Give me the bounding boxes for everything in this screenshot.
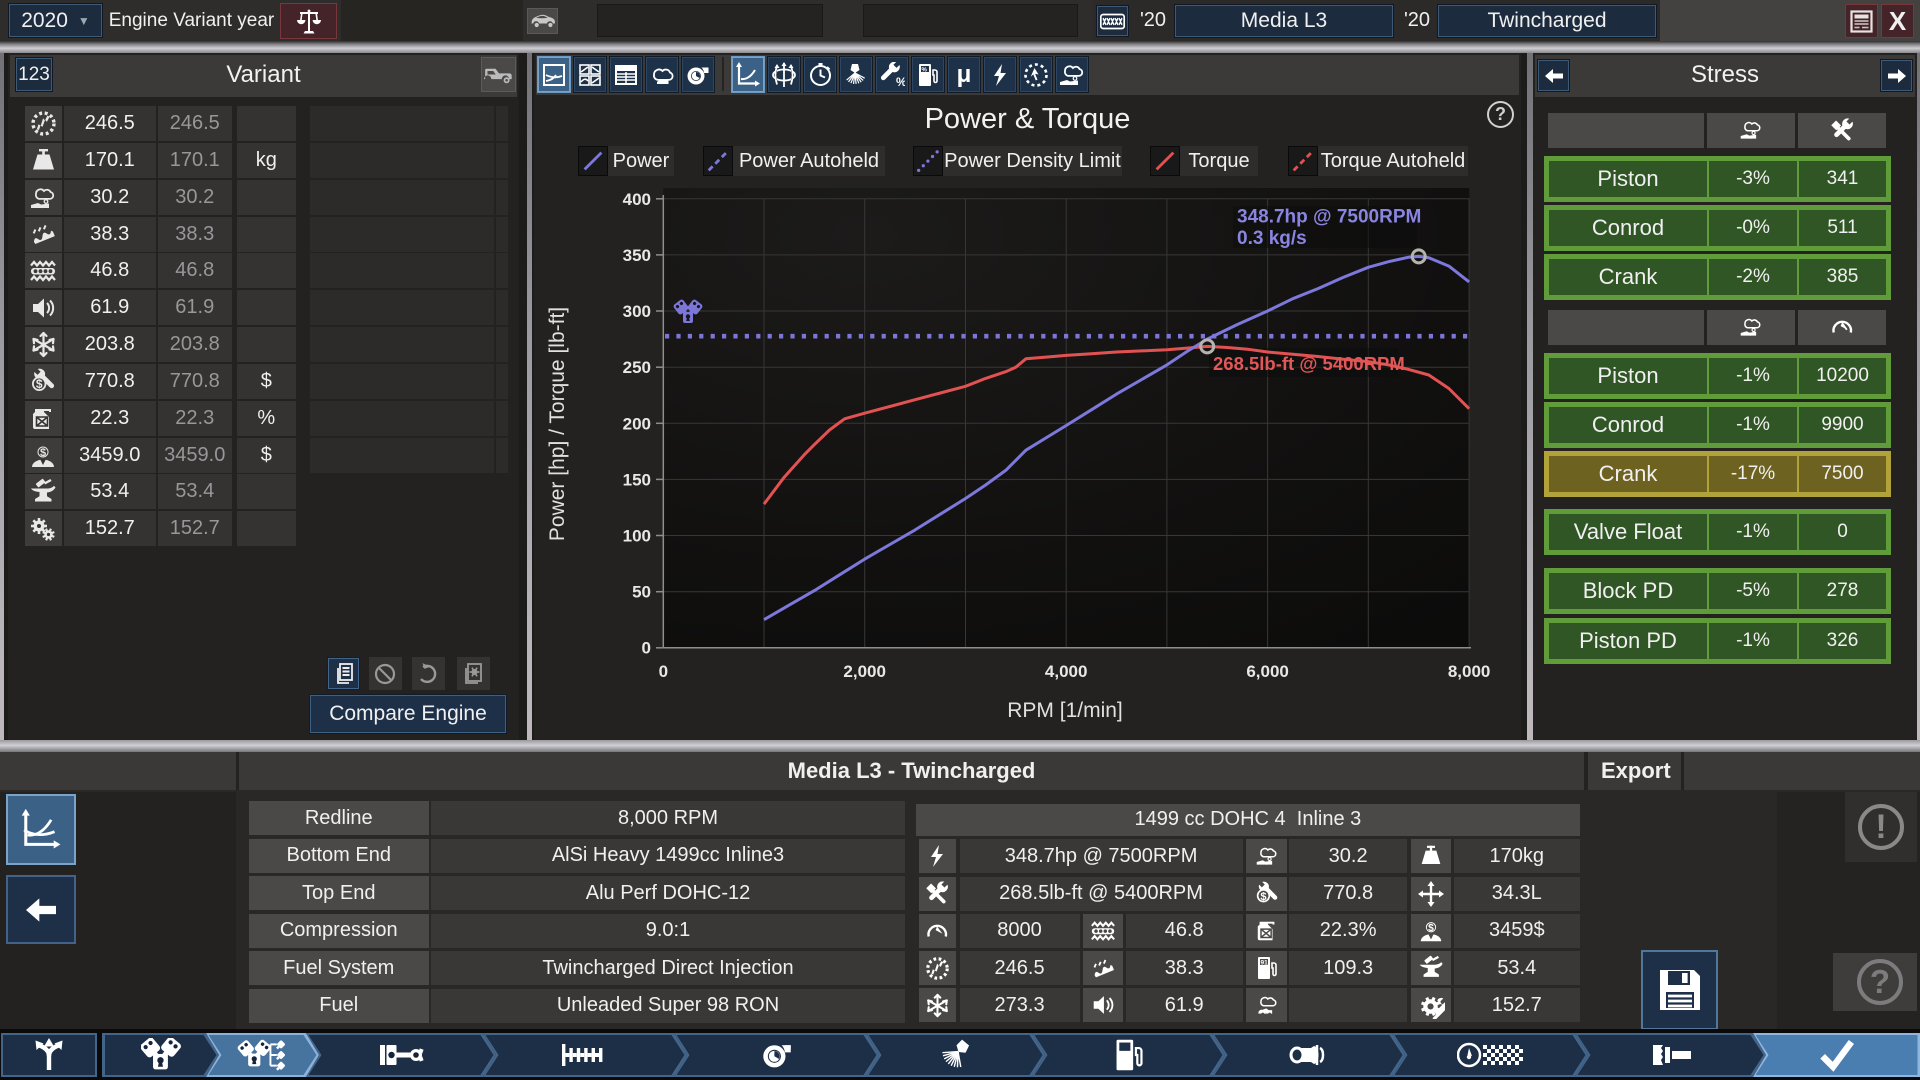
svg-text:350: 350 <box>623 246 651 265</box>
svg-text:0: 0 <box>659 662 668 681</box>
svg-text:$: $ <box>1260 890 1267 902</box>
svg-text:400: 400 <box>623 190 651 209</box>
svg-text:200: 200 <box>623 414 651 433</box>
svg-text:150: 150 <box>623 470 651 489</box>
svg-text:μ: μ <box>957 62 972 88</box>
svg-text:$: $ <box>1428 923 1434 934</box>
svg-text:$: $ <box>36 377 43 391</box>
svg-text:8,000: 8,000 <box>1448 662 1491 681</box>
svg-text:100: 100 <box>623 527 651 546</box>
svg-text:268.5lb-ft @ 5400RPM: 268.5lb-ft @ 5400RPM <box>1213 353 1405 374</box>
svg-text:4,000: 4,000 <box>1045 662 1088 681</box>
svg-text:6,000: 6,000 <box>1246 662 1289 681</box>
svg-text:0: 0 <box>642 638 651 657</box>
svg-text:RPM [1/min]: RPM [1/min] <box>1007 699 1123 722</box>
svg-text:348.7hp @ 7500RPM: 348.7hp @ 7500RPM <box>1237 207 1421 228</box>
svg-text:Power [hp] / Torque [lb-ft]: Power [hp] / Torque [lb-ft] <box>546 307 569 541</box>
svg-text:250: 250 <box>623 358 651 377</box>
svg-text:2,000: 2,000 <box>843 662 886 681</box>
svg-text:0.3 kg/s: 0.3 kg/s <box>1237 228 1307 249</box>
svg-text:$: $ <box>40 447 46 459</box>
svg-text:%: % <box>922 67 928 73</box>
svg-text:50: 50 <box>632 583 651 602</box>
svg-text:300: 300 <box>623 302 651 321</box>
svg-text:91: 91 <box>1260 960 1268 967</box>
svg-text:%: % <box>896 75 905 88</box>
